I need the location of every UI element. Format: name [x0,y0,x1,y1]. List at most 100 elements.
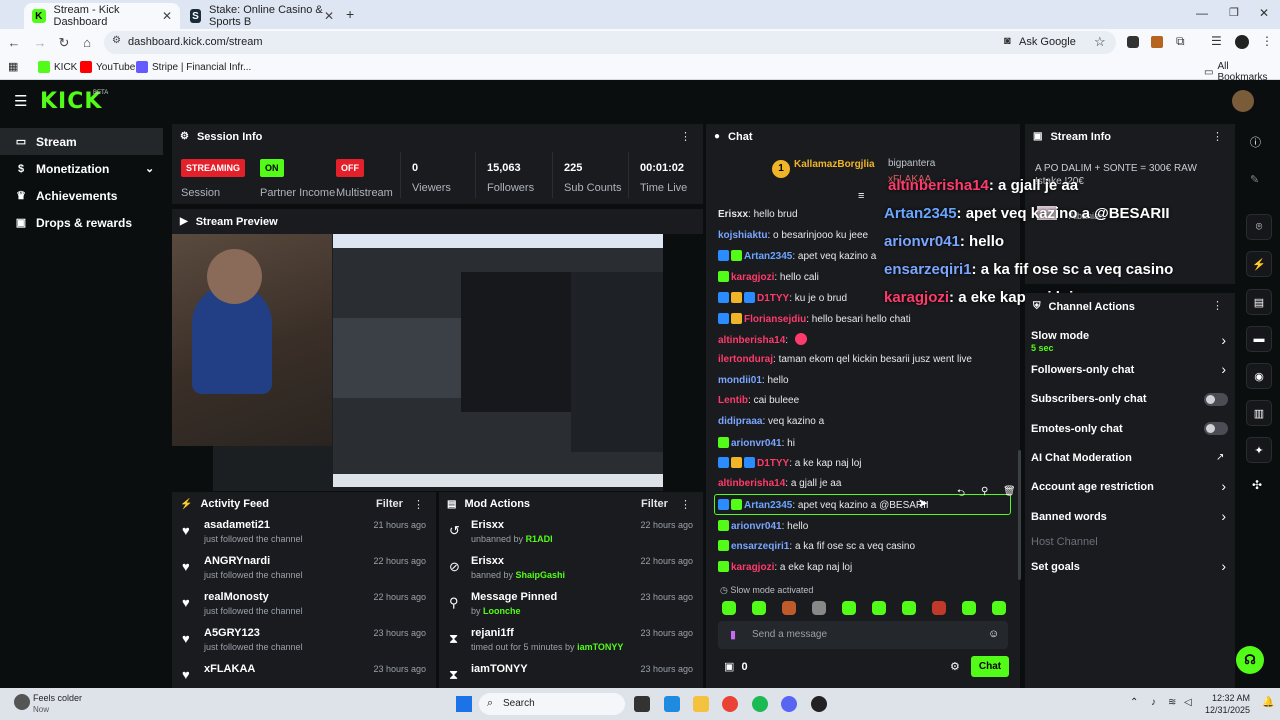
activity-username[interactable]: realMonosty [204,591,269,603]
chat-send-button[interactable]: Chat [971,656,1009,677]
document-icon[interactable]: ▤ [1246,289,1272,315]
mod-action-row[interactable]: ⧗ rejani1ff timed out for 5 minutes by i… [439,626,703,662]
apps-icon[interactable]: ✣ [1252,478,1262,492]
reading-list-icon[interactable]: ☰ [1211,34,1222,48]
chat-message[interactable]: karagjozi: hello cali [718,271,819,283]
followers-only-label[interactable]: Followers-only chat [1031,364,1134,376]
chat-message[interactable]: ilertonduraj: taman ekom qel kickin besa… [718,354,972,365]
slow-mode-label[interactable]: Slow mode [1031,330,1089,342]
chat-message[interactable]: D1TYY: a ke kap naj loj [718,457,862,469]
more-options-icon[interactable]: ⋮ [1212,130,1223,143]
chat-username[interactable]: arionvr041 [731,521,782,532]
support-headset-icon[interactable]: ☊ [1236,646,1264,674]
user-avatar[interactable] [1232,90,1254,112]
chat-username[interactable]: ilertonduraj [718,354,773,365]
activity-username[interactable]: ANGRYnardi [204,555,270,567]
task-view-icon[interactable] [634,696,650,712]
chat-username[interactable]: arionvr041 [731,438,782,449]
mod-target[interactable]: iamTONYY [471,663,528,675]
emoji-icon[interactable]: ☺ [988,628,999,640]
chat-message[interactable]: D1TYY: ku je o brud [718,291,847,304]
chevron-right-icon[interactable]: › [1221,332,1226,348]
close-window-icon[interactable]: ✕ [1259,6,1269,20]
more-options-icon[interactable]: ⋮ [680,130,691,143]
emote-icon[interactable] [752,601,766,615]
chat-message[interactable]: Floriansejdiu: hello besari hello chati [718,312,911,325]
hamburger-menu-icon[interactable]: ☰ [14,92,27,110]
profile-avatar[interactable] [1235,35,1249,49]
mod-by[interactable]: ShaipGashi [516,570,566,580]
chat-message[interactable]: ensarzeqiri1: a ka fif ose sc a veq casi… [718,540,915,552]
chrome-icon[interactable] [722,696,738,712]
banned-words-label[interactable]: Banned words [1031,511,1107,523]
chat-username[interactable]: D1TYY [757,458,789,469]
edit-icon[interactable]: ✎ [1250,173,1259,186]
pin-icon[interactable]: ⚲ [981,486,988,497]
chat-icon[interactable]: ▬ [1246,326,1272,352]
reply-icon[interactable]: ⮌ [957,486,965,503]
microphone-icon[interactable]: ▮ [730,628,736,641]
chat-username[interactable]: ensarzeqiri1 [731,541,789,552]
edge-icon[interactable] [664,696,680,712]
chat-settings-icon[interactable]: ⚙ [950,660,960,673]
multistream-stat[interactable]: OFF Multistream [336,159,393,199]
tab-kick-dashboard[interactable]: K Stream - Kick Dashboard ✕ [24,3,180,29]
pinned-user[interactable]: KallamazBorgjlia [794,159,875,170]
chat-message[interactable]: didipraaa: veq kazino a [718,416,824,427]
sidebar-item-achievements[interactable]: ♛ Achievements [0,182,165,209]
chat-message[interactable]: Erisxx: hello brud [718,209,798,220]
emotes-only-toggle[interactable] [1204,422,1228,435]
emote-icon[interactable] [842,601,856,615]
activity-row[interactable]: ♥ A5GRY123 just followed the channel 23 … [172,626,436,662]
stream-video[interactable] [172,234,663,491]
forward-icon[interactable]: → [32,35,48,50]
volume-icon[interactable]: ◁ [1184,697,1192,708]
chat-message[interactable]: altinberisha14: [718,333,807,346]
activity-row[interactable]: ♥ realMonosty just followed the channel … [172,590,436,626]
filter-button[interactable]: Filter [641,498,668,510]
chat-username[interactable]: altinberisha14 [718,335,785,346]
mod-by[interactable]: Loonche [483,606,521,616]
stack-icon[interactable]: ▥ [1246,400,1272,426]
emote-icon[interactable] [782,601,796,615]
subscribers-only-toggle[interactable] [1204,393,1228,406]
mod-by[interactable]: R1ADI [526,534,553,544]
chevron-down-icon[interactable]: ⌄ [145,162,154,175]
activity-username[interactable]: A5GRY123 [204,627,260,639]
activity-username[interactable]: asadameti21 [204,519,270,531]
more-options-icon[interactable]: ⋮ [1212,299,1223,312]
emote-icon[interactable] [812,601,826,615]
activity-row[interactable]: ♥ ANGRYnardi just followed the channel 2… [172,554,436,590]
set-goals-label[interactable]: Set goals [1031,561,1080,573]
extension-icon[interactable] [1151,36,1163,48]
back-icon[interactable]: ← [6,35,22,50]
mod-action-row[interactable]: ↺ Erisxx unbanned by R1ADI 22 hours ago [439,518,703,554]
apps-grid-icon[interactable]: ▦ [8,60,18,73]
camera-icon[interactable]: ⌾ [1246,214,1272,240]
weather-icon[interactable] [14,694,30,710]
clock-date[interactable]: 12/31/2025 [1201,705,1250,715]
mod-target[interactable]: Erisxx [471,555,504,567]
extensions-puzzle-icon[interactable]: ⧉ [1176,34,1185,49]
tab-stake[interactable]: S Stake: Online Casino & Sports B ✕ [182,3,342,29]
mod-action-row[interactable]: ⚲ Message Pinned by Loonche 23 hours ago [439,590,703,626]
chat-input[interactable]: ▮ Send a message ☺ [718,621,1008,649]
spotify-icon[interactable] [752,696,768,712]
gift-icon[interactable]: ▣ [724,661,737,673]
activity-row[interactable]: ♥ asadameti21 just followed the channel … [172,518,436,554]
chat-username[interactable]: D1TYY [757,293,789,304]
more-options-icon[interactable]: ⋮ [680,498,691,511]
home-icon[interactable]: ⌂ [79,35,95,50]
chat-scrollbar[interactable] [1018,450,1021,580]
new-tab-icon[interactable]: + [346,6,354,22]
taskbar-search[interactable]: ⌕ Search [479,693,625,715]
bookmark-kick[interactable]: KICK [38,61,77,73]
obs-icon[interactable] [811,696,827,712]
chevron-right-icon[interactable]: › [1221,478,1226,494]
chat-message[interactable]: arionvr041: hello [718,519,808,532]
url-text[interactable]: dashboard.kick.com/stream [128,36,263,48]
close-tab-icon[interactable]: ✕ [162,9,172,23]
emote-icon[interactable] [992,601,1006,615]
bookmark-youtube[interactable]: YouTube [80,61,135,73]
chat-message[interactable]: mondii01: hello [718,375,789,386]
